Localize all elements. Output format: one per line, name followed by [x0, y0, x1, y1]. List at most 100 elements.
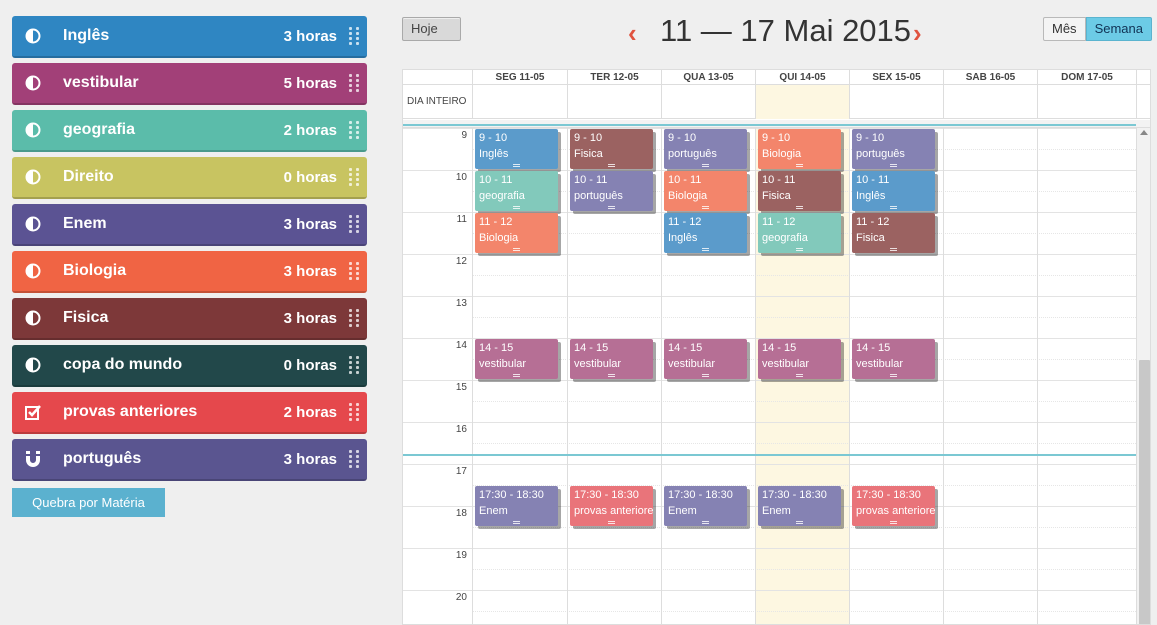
calendar-event[interactable]: 14 - 15 vestibular	[758, 339, 841, 379]
subject-item[interactable]: geografia 2 horas	[12, 110, 367, 152]
resize-handle-icon[interactable]	[702, 206, 709, 209]
resize-handle-icon[interactable]	[890, 374, 897, 377]
all-day-cell[interactable]	[567, 85, 661, 119]
resize-handle-icon[interactable]	[890, 206, 897, 209]
all-day-cell[interactable]	[472, 85, 567, 119]
calendar-event[interactable]: 11 - 12 Fisica	[852, 213, 935, 253]
calendar-event[interactable]: 10 - 11 português	[570, 171, 653, 211]
resize-handle-icon[interactable]	[796, 206, 803, 209]
scroll-up-arrow-icon[interactable]	[1140, 130, 1148, 135]
time-grid[interactable]: 9 10 11 12 13 14 15 16 17 18 19 20 9 - 10 Inglês 10 - …	[403, 124, 1136, 624]
calendar-event[interactable]: 10 - 11 geografia	[475, 171, 558, 211]
resize-handle-icon[interactable]	[702, 521, 709, 524]
drag-handle-icon[interactable]	[349, 71, 361, 95]
resize-handle-icon[interactable]	[890, 164, 897, 167]
calendar-event[interactable]: 10 - 11 Inglês	[852, 171, 935, 211]
resize-handle-icon[interactable]	[796, 164, 803, 167]
calendar-event[interactable]: 11 - 12 Inglês	[664, 213, 747, 253]
resize-handle-icon[interactable]	[796, 521, 803, 524]
calendar-event[interactable]: 9 - 10 Inglês	[475, 129, 558, 169]
calendar-event[interactable]: 17:30 - 18:30 Enem	[664, 486, 747, 526]
resize-handle-icon[interactable]	[702, 374, 709, 377]
today-button[interactable]: Hoje	[402, 17, 461, 41]
month-view-button[interactable]: Mês	[1043, 17, 1086, 41]
drag-handle-icon[interactable]	[349, 118, 361, 142]
half-circle-icon[interactable]	[24, 356, 42, 374]
calendar-event[interactable]: 10 - 11 Biologia	[664, 171, 747, 211]
breakdown-by-subject-button[interactable]: Quebra por Matéria	[12, 488, 165, 517]
prev-week-button[interactable]: ‹	[628, 18, 637, 49]
subject-item[interactable]: vestibular 5 horas	[12, 63, 367, 105]
all-day-cell[interactable]	[943, 85, 1037, 119]
calendar-event[interactable]: 9 - 10 Fisica	[570, 129, 653, 169]
next-week-button[interactable]: ›	[913, 18, 922, 49]
hour-line	[403, 548, 1136, 549]
subject-name: Fisica	[63, 309, 109, 326]
resize-handle-icon[interactable]	[608, 374, 615, 377]
calendar-event[interactable]: 10 - 11 Fisica	[758, 171, 841, 211]
calendar-event[interactable]: 17:30 - 18:30 Enem	[758, 486, 841, 526]
calendar-event[interactable]: 9 - 10 português	[852, 129, 935, 169]
all-day-cell[interactable]	[755, 85, 849, 119]
event-title: provas anteriores	[574, 505, 653, 517]
half-circle-icon[interactable]	[24, 168, 42, 186]
calendar-event[interactable]: 9 - 10 português	[664, 129, 747, 169]
resize-handle-icon[interactable]	[513, 374, 520, 377]
calendar-event[interactable]: 9 - 10 Biologia	[758, 129, 841, 169]
all-day-cell[interactable]	[661, 85, 755, 119]
subject-item[interactable]: português 3 horas	[12, 439, 367, 481]
calendar-event[interactable]: 14 - 15 vestibular	[664, 339, 747, 379]
week-view-button[interactable]: Semana	[1085, 17, 1152, 41]
subject-item[interactable]: Inglês 3 horas	[12, 16, 367, 58]
drag-handle-icon[interactable]	[349, 212, 361, 236]
drag-handle-icon[interactable]	[349, 306, 361, 330]
half-circle-icon[interactable]	[24, 215, 42, 233]
resize-handle-icon[interactable]	[702, 248, 709, 251]
half-circle-icon[interactable]	[24, 27, 42, 45]
subject-item[interactable]: Direito 0 horas	[12, 157, 367, 199]
subject-item[interactable]: copa do mundo 0 horas	[12, 345, 367, 387]
subject-item[interactable]: Enem 3 horas	[12, 204, 367, 246]
subject-name: copa do mundo	[63, 356, 183, 373]
drag-handle-icon[interactable]	[349, 353, 361, 377]
subject-item[interactable]: provas anteriores 2 horas	[12, 392, 367, 434]
drag-handle-icon[interactable]	[349, 400, 361, 424]
calendar-event[interactable]: 14 - 15 vestibular	[475, 339, 558, 379]
half-circle-icon[interactable]	[24, 74, 42, 92]
magnet-icon[interactable]	[24, 450, 42, 468]
half-circle-icon[interactable]	[24, 262, 42, 280]
subject-item[interactable]: Fisica 3 horas	[12, 298, 367, 340]
resize-handle-icon[interactable]	[608, 206, 615, 209]
calendar-event[interactable]: 17:30 - 18:30 provas anteriores	[852, 486, 935, 526]
half-circle-icon[interactable]	[24, 309, 42, 327]
drag-handle-icon[interactable]	[349, 24, 361, 48]
checkbox-icon[interactable]	[24, 403, 42, 421]
event-time: 14 - 15	[479, 342, 514, 354]
calendar-event[interactable]: 17:30 - 18:30 Enem	[475, 486, 558, 526]
calendar-event[interactable]: 14 - 15 vestibular	[570, 339, 653, 379]
all-day-cell[interactable]	[1037, 85, 1136, 119]
calendar-event[interactable]: 11 - 12 geografia	[758, 213, 841, 253]
resize-handle-icon[interactable]	[890, 248, 897, 251]
resize-handle-icon[interactable]	[702, 164, 709, 167]
resize-handle-icon[interactable]	[890, 521, 897, 524]
view-switch: Mês Semana	[1043, 17, 1152, 41]
all-day-cell[interactable]	[849, 85, 943, 119]
resize-handle-icon[interactable]	[513, 521, 520, 524]
subject-item[interactable]: Biologia 3 horas	[12, 251, 367, 293]
drag-handle-icon[interactable]	[349, 165, 361, 189]
scrollbar-thumb[interactable]	[1139, 360, 1150, 624]
drag-handle-icon[interactable]	[349, 259, 361, 283]
resize-handle-icon[interactable]	[513, 248, 520, 251]
resize-handle-icon[interactable]	[513, 164, 520, 167]
calendar-event[interactable]: 17:30 - 18:30 provas anteriores	[570, 486, 653, 526]
calendar-event[interactable]: 11 - 12 Biologia	[475, 213, 558, 253]
calendar-event[interactable]: 14 - 15 vestibular	[852, 339, 935, 379]
half-circle-icon[interactable]	[24, 121, 42, 139]
resize-handle-icon[interactable]	[608, 521, 615, 524]
resize-handle-icon[interactable]	[796, 374, 803, 377]
resize-handle-icon[interactable]	[608, 164, 615, 167]
resize-handle-icon[interactable]	[796, 248, 803, 251]
resize-handle-icon[interactable]	[513, 206, 520, 209]
drag-handle-icon[interactable]	[349, 447, 361, 471]
